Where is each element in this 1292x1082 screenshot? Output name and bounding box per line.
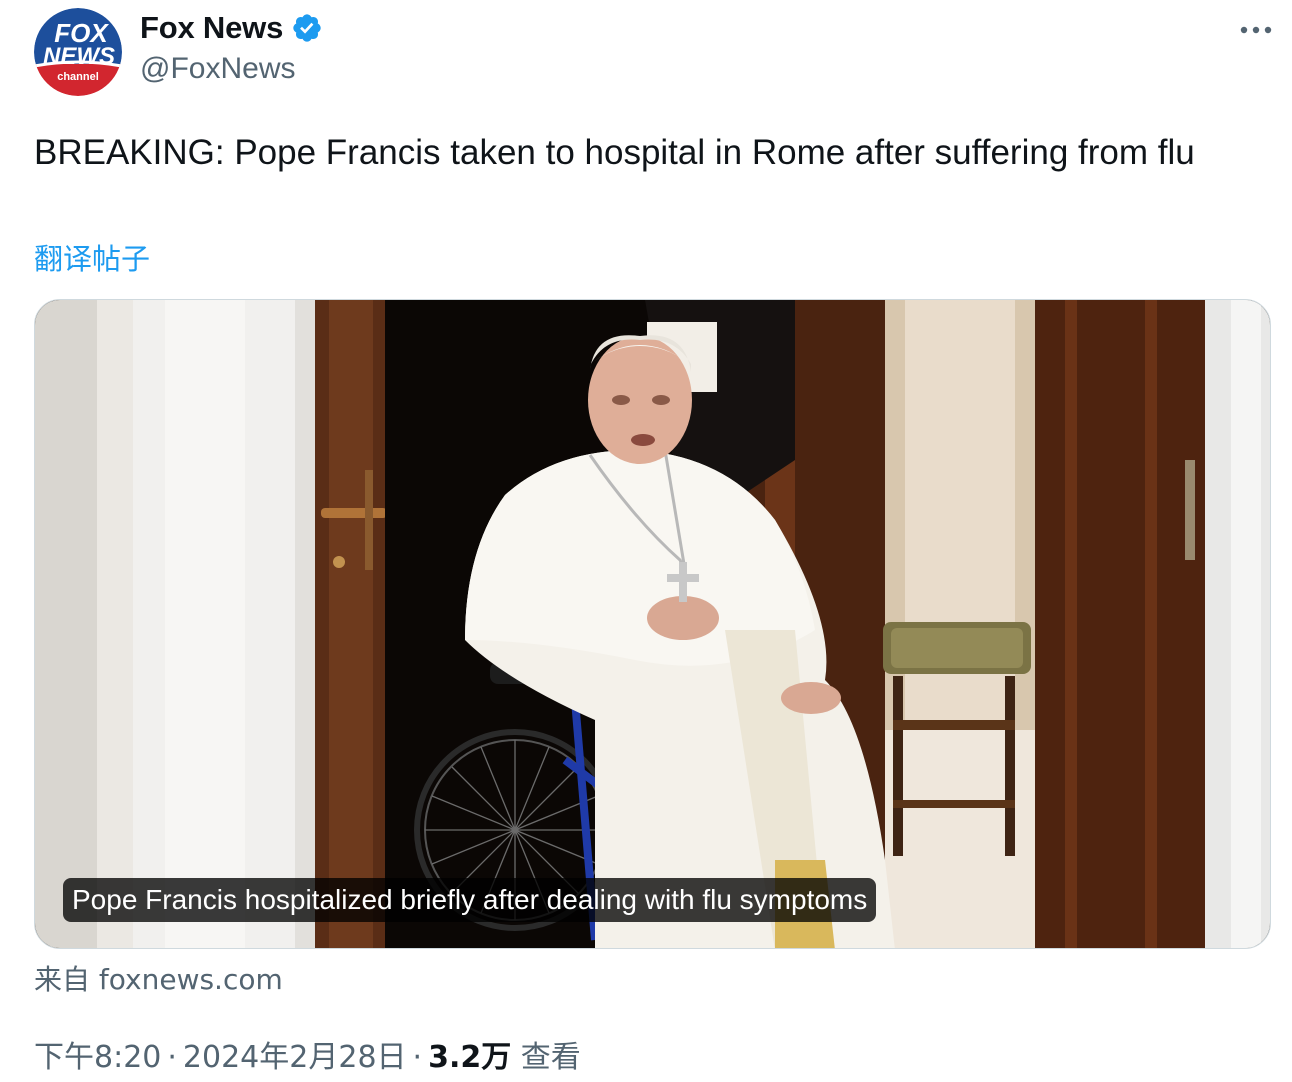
media-caption: Pope Francis hospitalized briefly after … [63, 878, 877, 922]
verified-badge-icon[interactable] [291, 12, 323, 44]
tweet-date[interactable]: 2024年2月28日 [183, 1040, 407, 1075]
translate-post-link[interactable]: 翻译帖子 [34, 236, 150, 278]
views-count[interactable]: 3.2万 [428, 1040, 511, 1075]
fox-news-logo: FOX NEWS channel [34, 8, 122, 96]
author-display-name[interactable]: Fox News [140, 10, 283, 46]
tweet-detail: FOX NEWS channel Fox News @FoxNews BREAK… [0, 0, 1292, 1082]
meta-separator: · [412, 1040, 423, 1075]
avatar-logo-line3: channel [57, 71, 99, 83]
author-avatar[interactable]: FOX NEWS channel [34, 8, 122, 96]
more-options-button[interactable] [1236, 10, 1276, 50]
author-name-row[interactable]: Fox News [140, 8, 323, 48]
link-card-media[interactable]: Pope Francis hospitalized briefly after … [34, 299, 1271, 949]
more-horizontal-icon [1240, 26, 1272, 34]
pope-wheelchair-photo [35, 300, 1270, 948]
tweet-text: BREAKING: Pope Francis taken to hospital… [34, 133, 1195, 172]
tweet-meta: 下午8:20 · 2024年2月28日 · 3.2万 查看 [34, 1032, 581, 1076]
avatar-logo-line2: NEWS [43, 43, 115, 70]
link-source[interactable]: 来自 foxnews.com [34, 958, 283, 998]
meta-separator: · [167, 1040, 177, 1075]
views-label: 查看 [520, 1040, 581, 1075]
author-info: Fox News @FoxNews [140, 8, 323, 86]
author-handle[interactable]: @FoxNews [140, 52, 323, 86]
tweet-time[interactable]: 下午8:20 [34, 1040, 161, 1075]
